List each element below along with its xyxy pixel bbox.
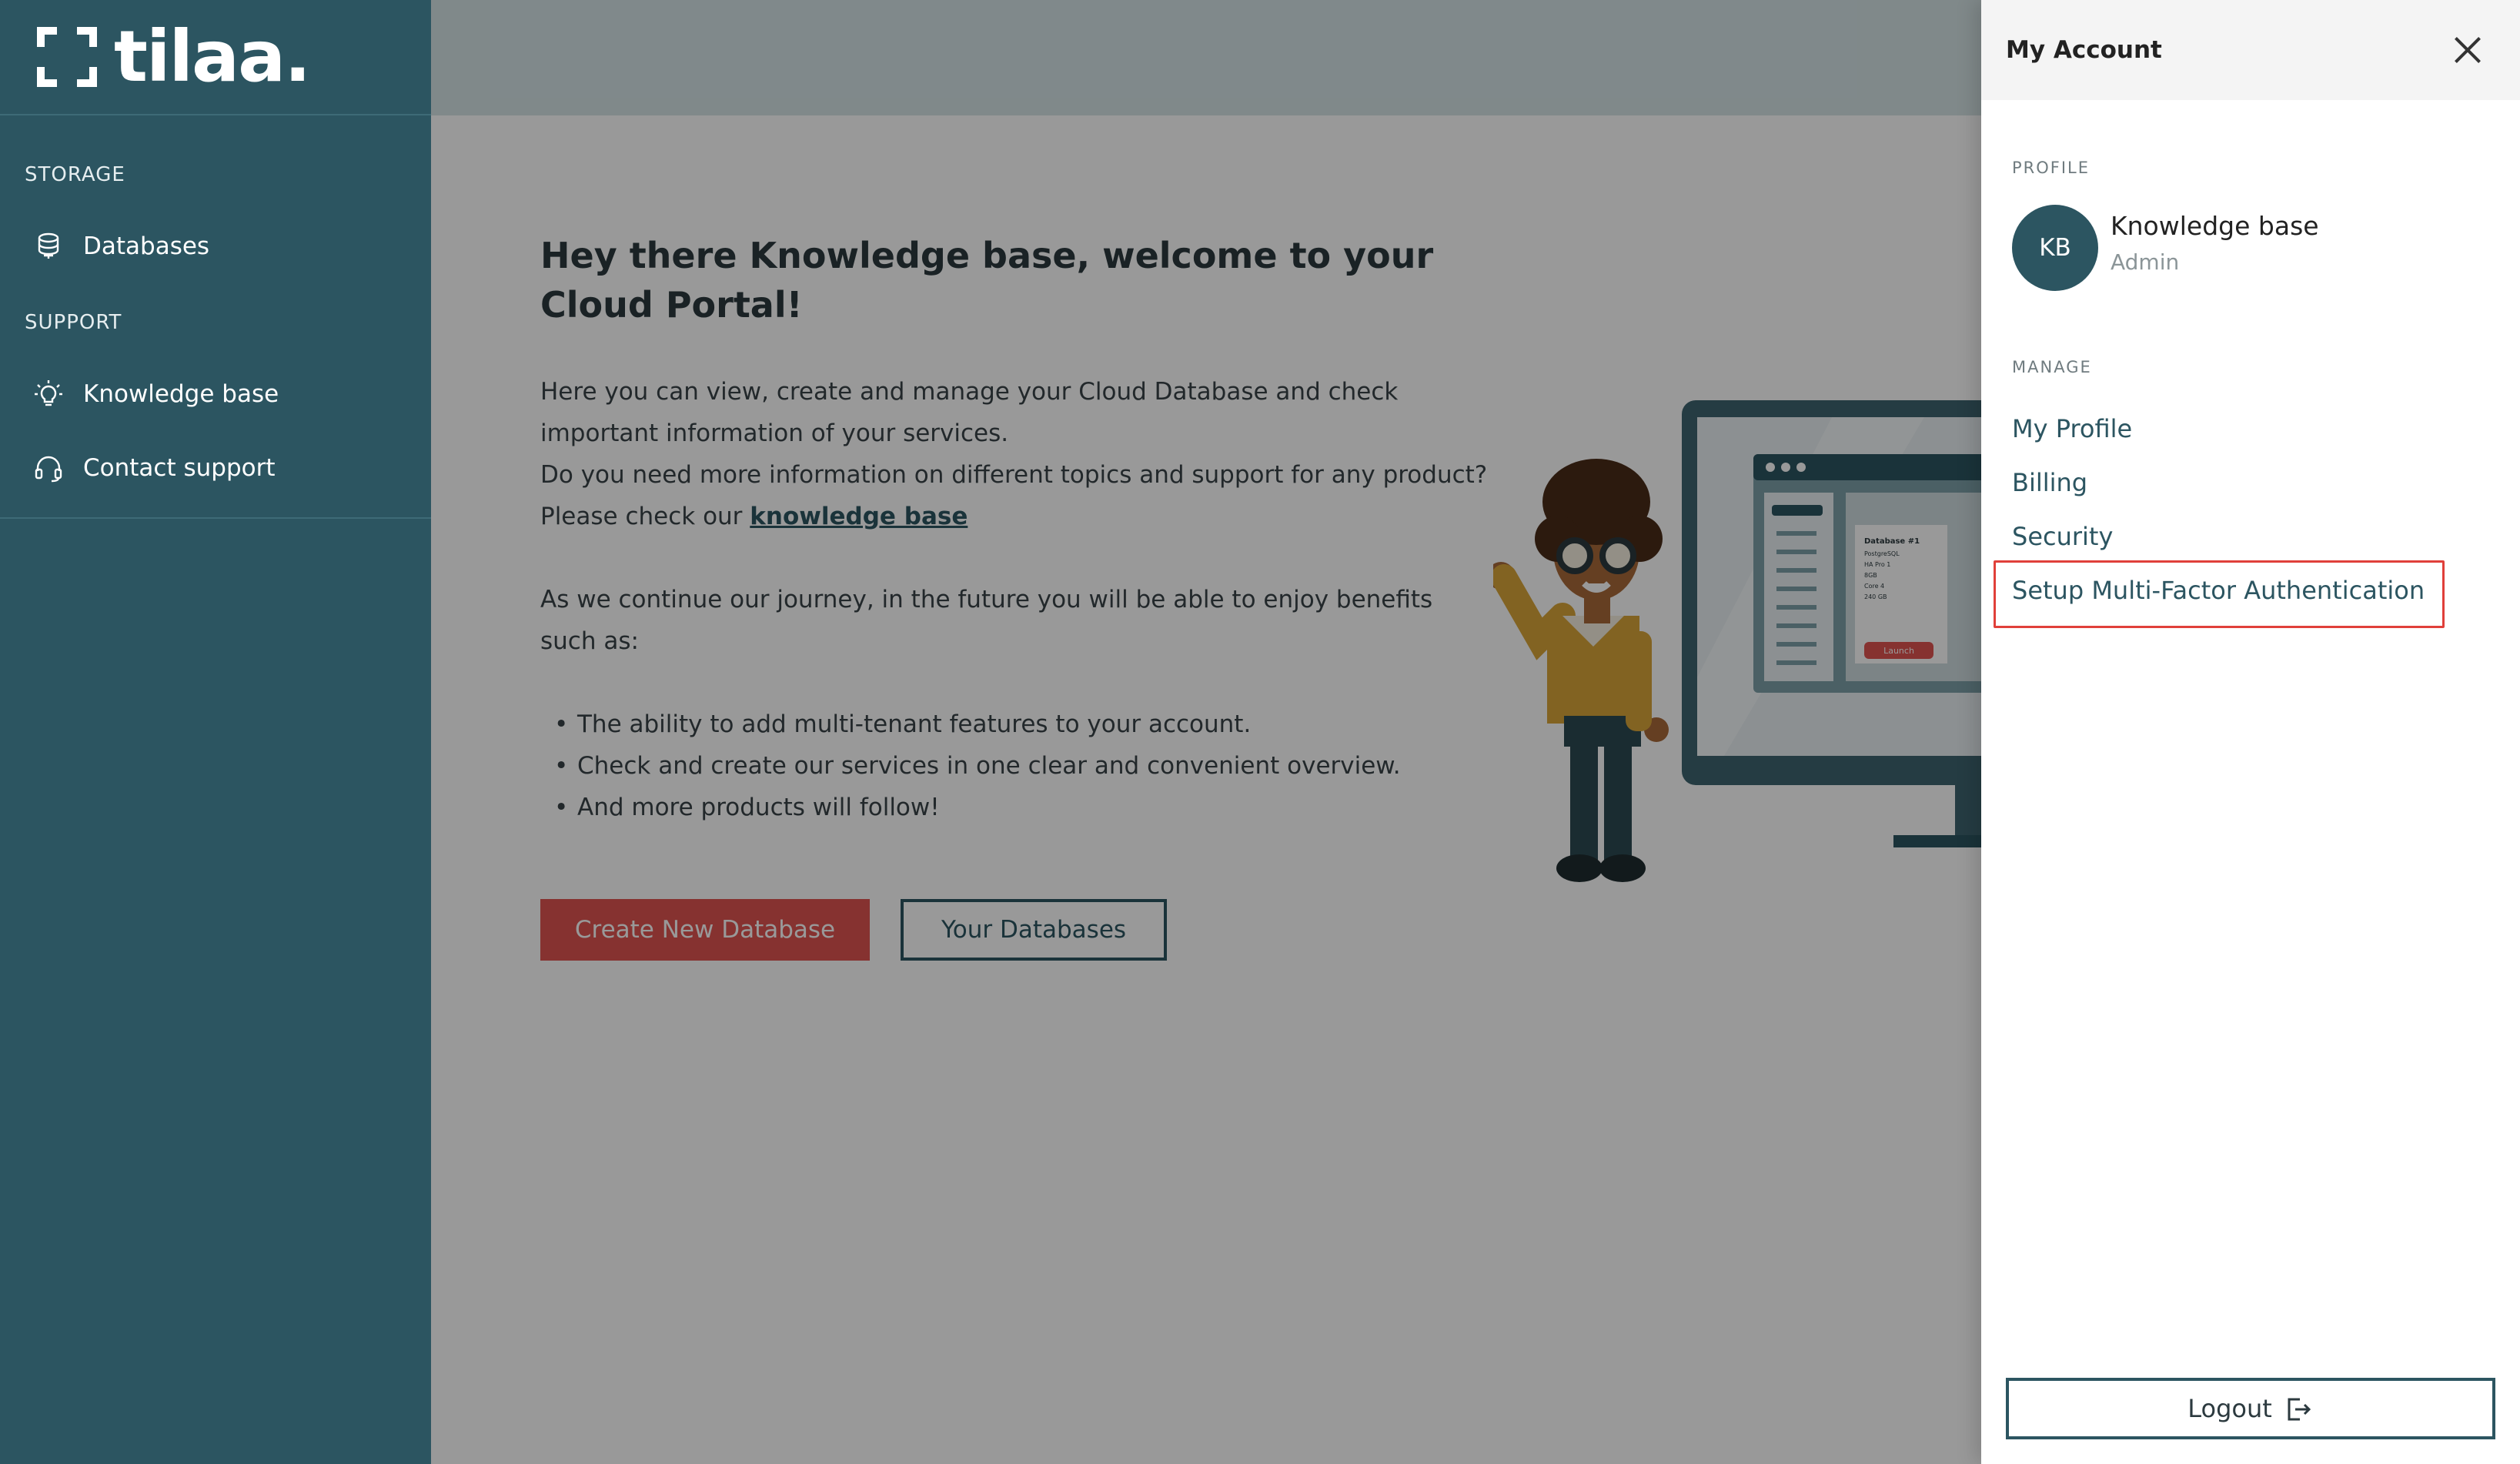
nav-section-support: SUPPORT: [25, 311, 122, 334]
headset-icon: [31, 450, 66, 486]
menu-item-setup-mfa[interactable]: Setup Multi-Factor Authentication: [2012, 576, 2425, 605]
profile-role: Admin: [2111, 249, 2180, 275]
sidebar-item-label: Knowledge base: [83, 380, 279, 408]
menu-item-security[interactable]: Security: [2012, 522, 2113, 551]
nav-section-storage: STORAGE: [25, 163, 125, 186]
logo[interactable]: tilaa.: [0, 0, 431, 115]
sidebar-item-knowledge-base[interactable]: Knowledge base: [31, 371, 279, 417]
profile-section-label: PROFILE: [2012, 159, 2091, 177]
drawer-header: My Account: [1981, 0, 2520, 100]
sidebar-item-label: Contact support: [83, 454, 276, 482]
logout-icon: [2283, 1393, 2314, 1424]
sidebar-item-contact-support[interactable]: Contact support: [31, 445, 275, 491]
sidebar-item-databases[interactable]: Databases: [31, 223, 209, 269]
logout-label: Logout: [2187, 1394, 2272, 1423]
drawer-title: My Account: [2006, 36, 2162, 64]
menu-item-billing[interactable]: Billing: [2012, 468, 2087, 497]
sidebar: tilaa. STORAGE Databases SUPPORT Knowled…: [0, 0, 431, 1464]
manage-section-label: MANAGE: [2012, 358, 2092, 376]
logout-button[interactable]: Logout: [2006, 1378, 2495, 1439]
close-icon[interactable]: [2452, 35, 2483, 65]
profile-name: Knowledge base: [2111, 211, 2319, 241]
account-drawer: My Account PROFILE KB Knowledge base Adm…: [1981, 0, 2520, 1464]
sidebar-divider: [0, 517, 431, 519]
sidebar-item-label: Databases: [83, 232, 210, 260]
menu-item-my-profile[interactable]: My Profile: [2012, 414, 2132, 443]
tilaa-logo-icon: [37, 27, 97, 87]
brand-name: tilaa.: [114, 15, 311, 98]
avatar: KB: [2012, 205, 2098, 291]
lightbulb-icon: [31, 376, 66, 412]
database-icon: [31, 229, 66, 264]
